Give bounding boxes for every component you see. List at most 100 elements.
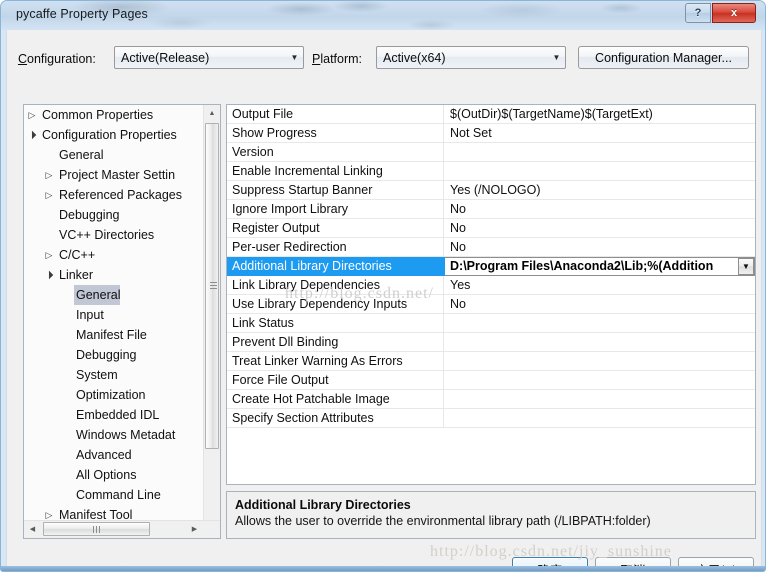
property-row[interactable]: Link Library Dependencies Yes xyxy=(227,276,755,295)
window-title: pycaffe Property Pages xyxy=(16,7,148,21)
property-row[interactable]: Register Output No xyxy=(227,219,755,238)
tree-item-windows-metadat[interactable]: Windows Metadat xyxy=(24,425,204,445)
tree-hscroll-thumb[interactable] xyxy=(43,522,150,536)
tree-item-label: Debugging xyxy=(76,348,137,362)
tree-item-label: Manifest File xyxy=(76,328,147,342)
property-row[interactable]: Treat Linker Warning As Errors xyxy=(227,352,755,371)
tree-item-configuration-properties[interactable]: ◢ Configuration Properties xyxy=(24,125,204,145)
tree-item-system[interactable]: System xyxy=(24,365,204,385)
configuration-label: Configuration: xyxy=(18,52,96,66)
tree-item-referenced-packages[interactable]: ▷ Referenced Packages xyxy=(24,185,204,205)
close-icon[interactable]: x xyxy=(712,3,756,23)
tree-item-embedded-idl[interactable]: Embedded IDL xyxy=(24,405,204,425)
property-value-text: No xyxy=(450,202,466,216)
property-row[interactable]: Per-user Redirection No xyxy=(227,238,755,257)
expand-arrow-right-icon[interactable]: ▷ xyxy=(41,165,57,185)
tree-item-all-options[interactable]: All Options xyxy=(24,465,204,485)
property-tree-panel[interactable]: ▷ Common Properties ◢ Configuration Propert… xyxy=(23,104,221,539)
property-grid[interactable]: Output File $(OutDir)$(TargetName)$(Targe… xyxy=(226,104,756,485)
property-row[interactable]: Prevent Dll Binding xyxy=(227,333,755,352)
property-row[interactable]: Create Hot Patchable Image xyxy=(227,390,755,409)
tree-item-command-line[interactable]: Command Line xyxy=(24,485,204,505)
property-row[interactable]: Show Progress Not Set xyxy=(227,124,755,143)
tree-item-debugging[interactable]: Debugging xyxy=(24,205,204,225)
property-name: Force File Output xyxy=(227,371,444,389)
property-row[interactable]: Suppress Startup Banner Yes (/NOLOGO) xyxy=(227,181,755,200)
tree-item-manifest-file[interactable]: Manifest File xyxy=(24,325,204,345)
property-name: Version xyxy=(227,143,444,161)
title-bar: pycaffe Property Pages ? x xyxy=(1,1,765,30)
window-bottom-edge xyxy=(1,566,765,571)
tree-item-general[interactable]: General xyxy=(24,285,204,305)
tree-item-optimization[interactable]: Optimization xyxy=(24,385,204,405)
description-text: Allows the user to override the environm… xyxy=(235,514,651,528)
tree-item-label: Referenced Packages xyxy=(59,188,182,202)
tree-item-general[interactable]: General xyxy=(24,145,204,165)
property-row[interactable]: Output File $(OutDir)$(TargetName)$(Targe… xyxy=(227,105,755,124)
property-value-text: D:\Program Files\Anaconda2\Lib;%(Additio… xyxy=(450,259,714,273)
chevron-down-icon[interactable]: ▼ xyxy=(548,53,565,62)
property-name: Use Library Dependency Inputs xyxy=(227,295,444,313)
scroll-up-icon[interactable]: ▲ xyxy=(204,105,220,122)
tree-item-label: General xyxy=(59,148,104,162)
property-name: Specify Section Attributes xyxy=(227,409,444,427)
property-value-text: No xyxy=(450,221,466,235)
property-name: Suppress Startup Banner xyxy=(227,181,444,199)
property-name: Show Progress xyxy=(227,124,444,142)
property-row[interactable]: Specify Section Attributes xyxy=(227,409,755,428)
tree-item-linker[interactable]: ◢ Linker xyxy=(24,265,204,285)
property-row[interactable]: Additional Library Directories D:\Program… xyxy=(227,257,755,276)
property-row[interactable]: Force File Output xyxy=(227,371,755,390)
tree-item-label: Optimization xyxy=(76,388,146,402)
property-row[interactable]: Ignore Import Library No xyxy=(227,200,755,219)
tree-item-vc-directories[interactable]: VC++ Directories xyxy=(24,225,204,245)
property-name: Create Hot Patchable Image xyxy=(227,390,444,408)
tree-item-c-c[interactable]: ▷ C/C++ xyxy=(24,245,204,265)
tree-item-input[interactable]: Input xyxy=(24,305,204,325)
scroll-left-icon[interactable]: ◀ xyxy=(24,521,41,537)
value-dropdown-icon[interactable]: ▼ xyxy=(738,258,754,275)
tree-vscroll-thumb[interactable] xyxy=(205,123,219,449)
tree-vertical-scrollbar[interactable]: ▲ ▼ xyxy=(203,105,220,538)
property-name: Enable Incremental Linking xyxy=(227,162,444,180)
property-value: Not Set xyxy=(445,124,755,142)
tree-item-label: Command Line xyxy=(76,488,161,502)
configuration-manager-button[interactable]: Configuration Manager... xyxy=(578,46,749,69)
tree-item-label: Linker xyxy=(59,268,94,282)
property-value: Yes (/NOLOGO) xyxy=(445,181,755,199)
property-row[interactable]: Use Library Dependency Inputs No xyxy=(227,295,755,314)
tree-item-debugging[interactable]: Debugging xyxy=(24,345,204,365)
platform-label: Platform: xyxy=(312,52,363,66)
chevron-down-icon[interactable]: ▼ xyxy=(286,53,303,62)
tree-item-label: Embedded IDL xyxy=(76,408,160,422)
help-icon[interactable]: ? xyxy=(685,3,711,23)
property-value-text: Yes xyxy=(450,278,471,292)
scroll-right-icon[interactable]: ▶ xyxy=(186,521,203,537)
property-tree[interactable]: ▷ Common Properties ◢ Configuration Propert… xyxy=(24,105,204,523)
expand-arrow-right-icon[interactable]: ▷ xyxy=(24,105,40,125)
property-value-text: $(OutDir)$(TargetName)$(TargetExt) xyxy=(450,107,653,121)
tree-item-label: Input xyxy=(76,308,104,322)
property-value: $(OutDir)$(TargetName)$(TargetExt) xyxy=(445,105,755,123)
tree-horizontal-scrollbar[interactable]: ◀ ▶ xyxy=(24,520,220,538)
property-value-editor[interactable]: D:\Program Files\Anaconda2\Lib;%(Additio… xyxy=(445,257,755,276)
property-row[interactable]: Enable Incremental Linking xyxy=(227,162,755,181)
property-value: No xyxy=(445,200,755,218)
property-row[interactable]: Link Status xyxy=(227,314,755,333)
tree-item-label: Debugging xyxy=(59,208,120,222)
tree-item-project-master-settin[interactable]: ▷ Project Master Settin xyxy=(24,165,204,185)
tree-item-label: Project Master Settin xyxy=(59,168,176,182)
tree-item-label: Windows Metadat xyxy=(76,428,176,442)
tree-item-advanced[interactable]: Advanced xyxy=(24,445,204,465)
tree-item-common-properties[interactable]: ▷ Common Properties xyxy=(24,105,204,125)
tree-item-label: C/C++ xyxy=(59,248,96,262)
property-row[interactable]: Version xyxy=(227,143,755,162)
description-panel: Additional Library Directories Allows th… xyxy=(226,491,756,539)
expand-arrow-right-icon[interactable]: ▷ xyxy=(41,245,57,265)
tree-item-label: System xyxy=(76,368,118,382)
tree-item-label: Advanced xyxy=(76,448,132,462)
grip-icon xyxy=(92,526,101,533)
configuration-combobox[interactable]: Active(Release) ▼ xyxy=(114,46,304,69)
platform-combobox[interactable]: Active(x64) ▼ xyxy=(376,46,566,69)
expand-arrow-right-icon[interactable]: ▷ xyxy=(41,185,57,205)
